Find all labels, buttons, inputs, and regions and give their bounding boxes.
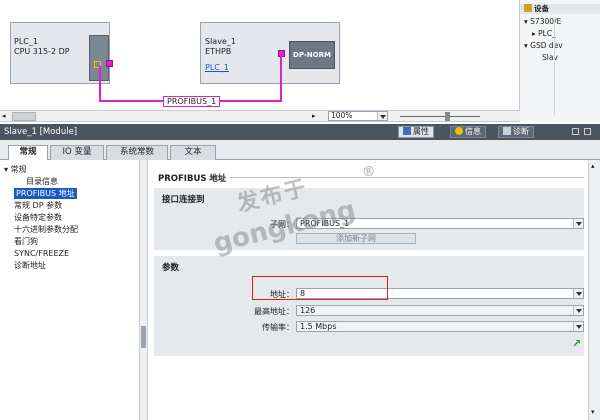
device-tree[interactable]: 设备 ▾ S7300/E ▸ PLC_ ▾ GSD dev Slav <box>520 0 600 122</box>
transmission-rate-select[interactable]: 1.5 Mbps <box>296 321 584 332</box>
scroll-up-arrow[interactable]: ▴ <box>591 162 595 170</box>
nav-splitter[interactable] <box>140 160 148 420</box>
zoom-slider-thumb[interactable] <box>445 112 450 121</box>
transmission-rate-value: 1.5 Mbps <box>300 322 337 331</box>
property-nav[interactable]: ▾ 常规 目录信息 PROFIBUS 地址 常规 DP 参数 设备特定参数 十六… <box>0 160 140 420</box>
watermark-registered: ® <box>360 162 378 182</box>
tab-properties[interactable]: 属性 <box>398 126 434 138</box>
info-icon <box>455 127 463 135</box>
content-scrollbar[interactable]: ▴ ▾ <box>588 160 600 420</box>
tab-info[interactable]: 信息 <box>450 126 486 138</box>
zoom-select[interactable]: 100% <box>328 111 388 121</box>
tree-item[interactable]: ▾ S7300/E <box>524 17 561 27</box>
tree-item[interactable]: Slav <box>542 53 558 63</box>
plc-device[interactable]: PLC_1 CPU 315-2 DP <box>10 22 113 84</box>
scroll-left-arrow[interactable]: ◂ <box>2 112 6 120</box>
chevron-down-icon[interactable] <box>573 289 583 298</box>
params-heading: 参数 <box>162 263 180 273</box>
tab-io-tags[interactable]: IO 变量 <box>50 145 104 160</box>
nav-item-dp-params[interactable]: 常规 DP 参数 <box>14 200 62 211</box>
slave-master-link[interactable]: PLC_1 <box>205 63 229 72</box>
property-tabs: 常规 IO 变量 系统常数 文本 <box>0 140 600 161</box>
tab-texts[interactable]: 文本 <box>170 145 216 160</box>
nav-item-general[interactable]: ▾ 常规 <box>4 164 27 175</box>
zoom-value: 100% <box>331 111 353 120</box>
highest-address-label: 最高地址： <box>254 307 294 316</box>
network-scrollbar[interactable]: ◂ ▸ 100% <box>0 110 520 122</box>
nav-item-profibus-address[interactable]: PROFIBUS 地址 <box>14 188 77 199</box>
tree-item[interactable]: ▸ PLC_ <box>532 29 556 39</box>
scroll-right-arrow[interactable]: ▸ <box>312 112 316 120</box>
slave-device[interactable]: Slave_1 ETHPB PLC_1 DP-NORM <box>200 22 340 84</box>
slave-name: Slave_1 <box>205 37 236 46</box>
transmission-rate-label: 传输率： <box>262 323 294 332</box>
plc-type: CPU 315-2 DP <box>14 47 70 56</box>
chevron-down-icon[interactable] <box>573 219 583 228</box>
tab-diagnostics[interactable]: 诊断 <box>498 126 534 138</box>
scroll-down-arrow[interactable]: ▾ <box>591 408 595 416</box>
tree-item[interactable]: ▾ GSD dev <box>524 41 563 51</box>
nav-item-device-params[interactable]: 设备特定参数 <box>14 212 62 223</box>
dp-norm-module[interactable]: DP-NORM <box>289 41 335 69</box>
plc-profibus-port[interactable] <box>106 60 113 67</box>
profibus-line-left <box>99 66 101 102</box>
profibus-label[interactable]: PROFIBUS_1 <box>163 96 221 107</box>
nav-item-sync-freeze[interactable]: SYNC/FREEZE <box>14 248 69 259</box>
nav-item-hex-params[interactable]: 十六进制参数分配 <box>14 224 78 235</box>
highest-address-value: 126 <box>300 306 316 315</box>
profibus-line-right <box>280 53 282 102</box>
scroll-thumb[interactable] <box>12 112 36 121</box>
highest-address-select[interactable]: 126 <box>296 305 584 316</box>
address-highlight <box>252 276 388 300</box>
tree-header: 设备 <box>520 4 600 14</box>
section-title: PROFIBUS 地址 <box>158 174 227 184</box>
inspector-title: Slave_1 [Module] <box>4 127 78 137</box>
property-content: PROFIBUS 地址 接口连接到 子网： PROFIBUS_1 添加新子网 参… <box>148 160 600 420</box>
interface-heading: 接口连接到 <box>162 195 205 205</box>
diagnostics-icon <box>503 127 511 135</box>
network-view[interactable]: PLC_1 CPU 315-2 DP Slave_1 ETHPB PLC_1 D… <box>0 0 520 110</box>
properties-icon <box>403 127 411 135</box>
tab-system-constants[interactable]: 系统常数 <box>106 145 168 160</box>
nav-item-watchdog[interactable]: 看门狗 <box>14 236 38 247</box>
splitter-handle[interactable] <box>141 326 146 348</box>
chevron-down-icon[interactable] <box>573 306 583 315</box>
tree-divider <box>554 20 555 115</box>
nav-item-catalog[interactable]: 目录信息 <box>26 176 58 187</box>
nav-item-diag-address[interactable]: 诊断地址 <box>14 260 46 271</box>
go-to-arrow-icon[interactable]: ↗ <box>572 338 581 349</box>
tab-general[interactable]: 常规 <box>8 145 48 161</box>
params-panel: 参数 地址： 8 最高地址： 126 传输率： 1.5 Mbps ↗ <box>154 256 584 356</box>
plc-name: PLC_1 <box>14 37 38 46</box>
window-control-icon[interactable] <box>572 128 579 135</box>
devices-icon <box>524 4 532 12</box>
slave-type: ETHPB <box>205 47 232 56</box>
chevron-down-icon[interactable] <box>573 322 583 331</box>
window-control-icon[interactable] <box>584 128 591 135</box>
zoom-slider[interactable] <box>400 116 480 117</box>
inspector-title-bar: Slave_1 [Module] 属性 信息 诊断 <box>0 124 600 140</box>
